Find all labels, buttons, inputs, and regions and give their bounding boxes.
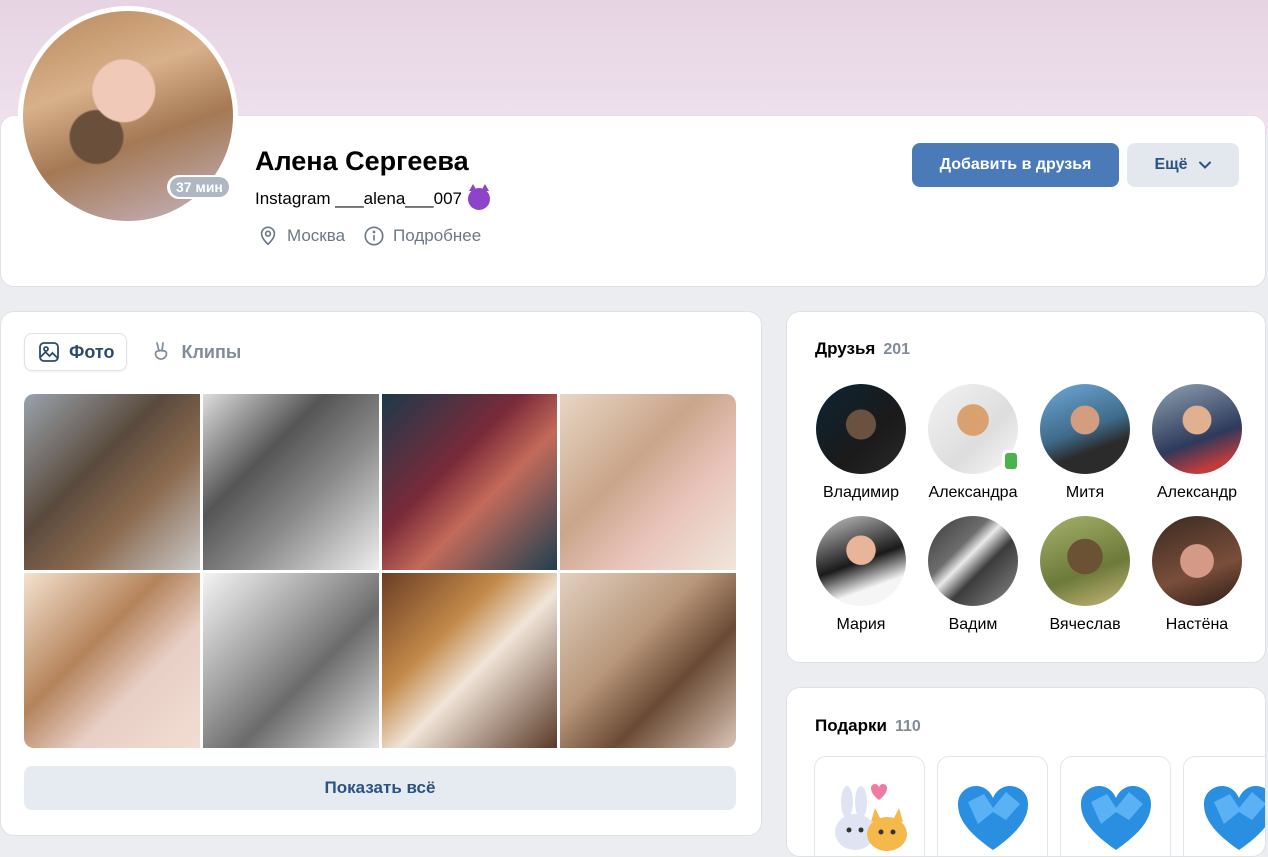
profile-status: Instagram ___alena___007 — [255, 184, 490, 210]
gift-item[interactable] — [814, 756, 925, 856]
friend-avatar — [816, 516, 906, 606]
blue-heart-gift-icon — [1203, 786, 1265, 850]
devil-emoji-icon — [468, 184, 490, 210]
tab-clips-label: Клипы — [181, 341, 242, 362]
add-friend-button[interactable]: Добавить в друзья — [912, 143, 1119, 187]
online-status-text: 37 мин — [170, 177, 229, 197]
photo-thumbnail[interactable] — [381, 394, 558, 570]
tab-photos[interactable]: Фото — [24, 333, 128, 371]
status-text: Instagram ___alena___007 — [255, 189, 462, 208]
friend-name: Вячеслав — [1049, 616, 1121, 633]
friend-item[interactable]: Александр — [1141, 384, 1253, 502]
friend-avatar — [1152, 516, 1242, 606]
blue-heart-gift-icon — [1080, 786, 1151, 850]
chevron-down-icon — [1198, 161, 1211, 169]
photo-thumbnail[interactable] — [202, 394, 379, 570]
gifts-count: 110 — [894, 718, 921, 735]
friend-avatar — [1040, 516, 1130, 606]
friend-item[interactable]: Настёна — [1141, 516, 1253, 634]
gifts-header[interactable]: Подарки 110 — [815, 716, 921, 736]
friend-avatar — [1152, 384, 1242, 474]
clips-icon — [155, 342, 168, 360]
blue-heart-gift-icon — [957, 786, 1028, 850]
friends-title: Друзья — [815, 339, 876, 358]
friend-avatar — [928, 384, 1020, 474]
gifts-list — [814, 756, 1265, 856]
friends-header[interactable]: Друзья 201 — [815, 339, 910, 359]
friends-list: Владимир Александра Митя Александр Мария… — [805, 384, 1253, 634]
info-icon — [364, 226, 384, 246]
tab-photos-label: Фото — [69, 341, 115, 362]
city-label: Москва — [287, 226, 346, 245]
mobile-online-icon — [1002, 450, 1020, 472]
gifts-card: Подарки 110 — [786, 687, 1266, 857]
friend-avatar — [816, 384, 906, 474]
friend-name: Владимир — [822, 484, 899, 501]
photo-thumbnail[interactable] — [381, 572, 558, 748]
bunny-cat-gift-icon — [834, 784, 907, 851]
friend-name: Александра — [928, 484, 1018, 501]
friend-name: Настёна — [1165, 616, 1229, 633]
friend-avatar — [1040, 384, 1130, 474]
friend-item[interactable]: Мария — [805, 516, 917, 634]
photo-thumbnail[interactable] — [202, 572, 379, 748]
friends-count: 201 — [883, 341, 911, 358]
photo-thumbnail[interactable] — [24, 572, 200, 748]
friend-item[interactable]: Митя — [1029, 384, 1141, 502]
gift-item[interactable] — [937, 756, 1048, 856]
friend-name: Александр — [1156, 484, 1238, 501]
photo-icon — [39, 342, 59, 362]
more-button[interactable]: Ещё — [1127, 143, 1239, 187]
friend-avatar — [928, 516, 1018, 606]
gift-item[interactable] — [1060, 756, 1171, 856]
photos-card: Фото Клипы Показать всё — [0, 311, 762, 836]
show-all-button[interactable]: Показать всё — [24, 766, 736, 810]
profile-meta: Москва Подробнее — [257, 225, 481, 247]
gifts-title: Подарки — [815, 716, 887, 735]
friends-card: Друзья 201 Владимир Александра Митя Алек… — [786, 311, 1266, 663]
friend-item[interactable]: Вадим — [917, 516, 1029, 634]
details-label: Подробнее — [393, 226, 482, 245]
friend-name: Митя — [1065, 484, 1105, 501]
online-status-badge: 37 мин — [167, 175, 232, 199]
gift-item[interactable] — [1183, 756, 1265, 856]
friend-name: Мария — [836, 616, 886, 633]
friend-item[interactable]: Александра — [917, 384, 1029, 502]
friend-name: Вадим — [948, 616, 998, 633]
media-tabs: Фото Клипы — [24, 333, 253, 371]
photo-thumbnail[interactable] — [560, 572, 736, 748]
location-pin-icon — [260, 226, 276, 246]
photo-thumbnail[interactable] — [24, 394, 200, 570]
profile-name: Алена Сергеева — [255, 146, 469, 176]
more-label: Ещё — [1154, 156, 1188, 173]
tab-clips[interactable]: Клипы — [137, 333, 253, 371]
photo-thumbnail[interactable] — [560, 394, 736, 570]
friend-item[interactable]: Вячеслав — [1029, 516, 1141, 634]
details-link[interactable]: Подробнее — [363, 225, 481, 247]
friend-item[interactable]: Владимир — [805, 384, 917, 502]
photo-grid — [24, 394, 736, 748]
city-item: Москва — [257, 225, 345, 247]
